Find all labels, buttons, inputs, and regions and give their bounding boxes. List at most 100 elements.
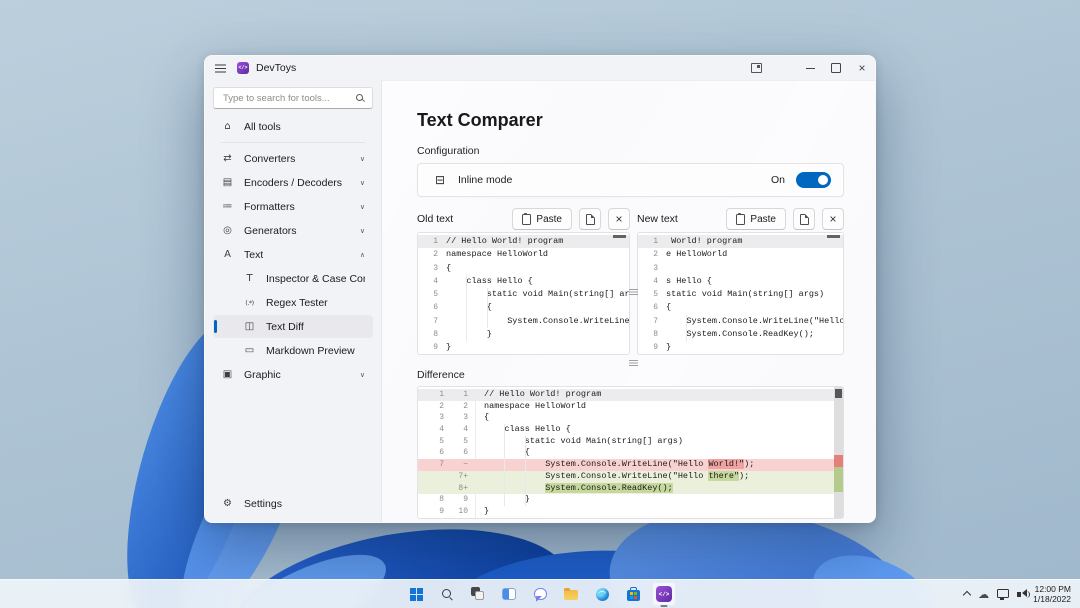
line-number: 4	[418, 275, 446, 288]
code-segment: class Hello {	[484, 424, 571, 434]
sidebar-item-markdown-preview[interactable]: ▭Markdown Preview	[213, 339, 373, 362]
line-number: 6	[418, 301, 446, 314]
taskbar-clock[interactable]: 12:00 PM 1/18/2022	[1033, 584, 1071, 604]
sidebar-item-text-diff[interactable]: ◫Text Diff	[213, 315, 373, 338]
clipboard-icon	[736, 214, 745, 225]
sidebar-item-settings[interactable]: ⚙ Settings	[213, 492, 373, 515]
search-button[interactable]	[435, 582, 459, 606]
difference-viewer[interactable]: 11// Hello World! program22namespace Hel…	[417, 386, 844, 519]
code-text: static void Main(string[] args)	[666, 288, 824, 301]
clear-icon: ×	[615, 214, 622, 224]
code-segment: }	[484, 494, 530, 504]
edge-button[interactable]	[590, 582, 614, 606]
sidebar-item-label: Inspector & Case Converter	[266, 273, 365, 285]
old-text-paste-button[interactable]: Paste	[512, 208, 572, 230]
sidebar-item-label: Text	[244, 249, 263, 261]
system-tray: ☁ 12:00 PM 1/18/2022	[964, 580, 1071, 608]
search-input[interactable]	[221, 92, 355, 105]
toggle-knob	[818, 175, 828, 185]
diff-new-line-number: 4	[444, 424, 468, 436]
sidebar-item-graphic[interactable]: ▣Graphic∨	[213, 363, 373, 386]
code-text: static void Main(string[] args)	[446, 288, 630, 301]
task-view-button[interactable]	[466, 582, 490, 606]
devtoys-button[interactable]: </>	[652, 582, 676, 606]
diff-scrollbar-track[interactable]	[834, 387, 843, 518]
addition-marker	[834, 467, 843, 492]
inline-mode-setting-card: ⊟ Inline mode On	[417, 163, 844, 197]
code-text: {	[475, 447, 530, 459]
file-explorer-button[interactable]	[559, 582, 583, 606]
diff-scrollbar-thumb[interactable]	[835, 389, 842, 398]
sidebar-item-label: Generators	[244, 225, 297, 237]
splitter-grip[interactable]	[629, 360, 638, 366]
diff-old-line-number: 2	[418, 401, 444, 413]
new-text-paste-button[interactable]: Paste	[726, 208, 786, 230]
hamburger-menu-button[interactable]	[205, 56, 235, 80]
scrollbar-thumb[interactable]	[613, 235, 626, 238]
maximize-button[interactable]	[823, 56, 849, 80]
text-diff-icon: ◫	[243, 321, 256, 332]
chat-button[interactable]	[528, 582, 552, 606]
sidebar-item-inspector-case-converter[interactable]: TInspector & Case Converter	[213, 267, 373, 290]
sidebar-item-encoders-decoders[interactable]: ▤Encoders / Decoders∨	[213, 171, 373, 194]
indent-guide	[504, 424, 505, 506]
widgets-icon	[502, 588, 516, 600]
code-text: {	[446, 301, 492, 314]
clipboard-icon	[522, 214, 531, 225]
code-text: }	[446, 328, 492, 341]
titlebar: </> DevToys ×	[205, 56, 875, 80]
minimize-button[interactable]	[797, 56, 823, 80]
diff-new-line-number: 6	[444, 447, 468, 459]
maximize-icon	[831, 63, 841, 73]
diff-old-line-number	[418, 471, 444, 483]
network-icon[interactable]	[997, 589, 1009, 598]
old-text-editor[interactable]: 1// Hello World! program2namespace Hello…	[417, 232, 630, 355]
new-text-open-file-button[interactable]	[793, 208, 815, 230]
new-text-clear-button[interactable]: ×	[822, 208, 844, 230]
line-number: 9	[418, 341, 446, 354]
line-number: 1	[638, 235, 666, 248]
code-line: 1// Hello World! program	[418, 235, 629, 248]
line-number: 1	[418, 235, 446, 248]
tray-time: 12:00 PM	[1033, 584, 1071, 594]
new-text-editor[interactable]: 1 World! program2e HelloWorld34s Hello {…	[637, 232, 844, 355]
diff-row: 22namespace HelloWorld	[418, 401, 843, 413]
sidebar-item-label: Markdown Preview	[266, 345, 355, 357]
sidebar-item-all-tools[interactable]: ⌂ All tools	[213, 115, 373, 138]
compact-overlay-button[interactable]	[743, 56, 769, 80]
diff-new-line-number: 10	[444, 506, 468, 518]
sidebar-item-generators[interactable]: ◎Generators∨	[213, 219, 373, 242]
word-diff-highlight: there"	[708, 471, 739, 481]
volume-icon[interactable]	[1017, 592, 1021, 597]
splitter-grip[interactable]	[629, 289, 638, 295]
old-text-open-file-button[interactable]	[579, 208, 601, 230]
start-button[interactable]	[404, 582, 428, 606]
sidebar-item-converters[interactable]: ⇄Converters∨	[213, 147, 373, 170]
old-text-clear-button[interactable]: ×	[608, 208, 630, 230]
onedrive-cloud-icon[interactable]: ☁	[978, 589, 989, 600]
store-button[interactable]	[621, 582, 645, 606]
diff-new-line-number: −	[444, 459, 468, 471]
inline-mode-toggle[interactable]	[796, 172, 831, 188]
code-text: }	[475, 506, 489, 518]
tool-search-box[interactable]	[213, 87, 373, 109]
sidebar-item-text[interactable]: AText∧	[213, 243, 373, 266]
search-icon	[355, 93, 365, 103]
code-line: 6{	[638, 301, 843, 314]
sidebar-item-regex-tester[interactable]: (.*)Regex Tester	[213, 291, 373, 314]
file-icon	[586, 214, 595, 225]
search-icon	[441, 588, 454, 601]
minimize-icon	[806, 68, 815, 69]
line-number: 3	[638, 262, 666, 275]
widgets-button[interactable]	[497, 582, 521, 606]
file-icon	[800, 214, 809, 225]
tray-chevron-up-icon[interactable]	[963, 591, 971, 599]
chevron-down-icon: ∨	[356, 203, 365, 211]
code-segment: {	[484, 412, 489, 422]
sidebar-item-formatters[interactable]: ≔Formatters∨	[213, 195, 373, 218]
close-button[interactable]: ×	[849, 56, 875, 80]
word-diff-highlight: System.Console.ReadKey();	[545, 483, 673, 493]
diff-new-line-number: 5	[444, 436, 468, 448]
scrollbar-thumb[interactable]	[827, 235, 840, 238]
code-segment: }	[484, 506, 489, 516]
